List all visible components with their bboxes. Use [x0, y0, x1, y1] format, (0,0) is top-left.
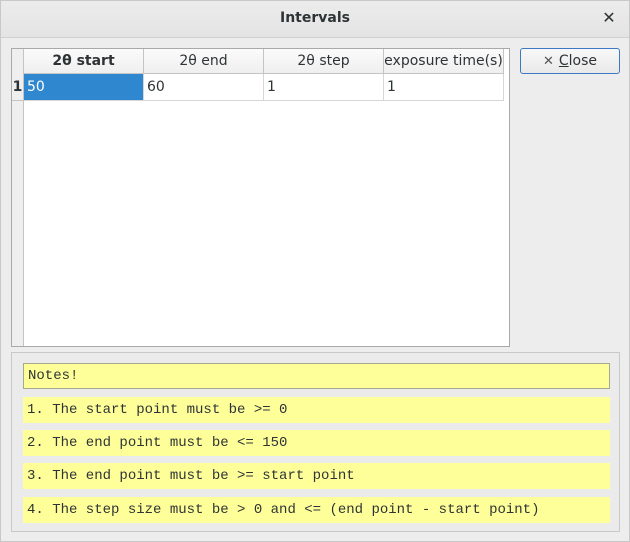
notes-panel: Notes! 1. The start point must be >= 0 2…: [11, 352, 620, 532]
window-title: Intervals: [280, 10, 350, 26]
intervals-table: 2θ start 2θ end 2θ step exposure time(s)…: [11, 48, 510, 347]
cell-2theta-step[interactable]: 1: [264, 74, 384, 101]
notes-header: Notes!: [23, 363, 610, 389]
column-header-2theta-end[interactable]: 2θ end: [144, 49, 264, 74]
table-row: 1 50 60 1 1: [12, 74, 504, 101]
note-item: 2. The end point must be <= 150: [23, 430, 610, 456]
row-header[interactable]: 1: [12, 74, 24, 101]
cell-2theta-end[interactable]: 60: [144, 74, 264, 101]
window-close-icon[interactable]: ✕: [601, 9, 617, 27]
close-button[interactable]: ✕ Close: [520, 48, 620, 74]
note-item: 3. The end point must be >= start point: [23, 463, 610, 489]
column-header-exposure-time[interactable]: exposure time(s): [384, 49, 504, 74]
note-item: 4. The step size must be > 0 and <= (end…: [23, 497, 610, 523]
column-headers: 2θ start 2θ end 2θ step exposure time(s): [24, 49, 504, 74]
cell-exposure-time[interactable]: 1: [384, 74, 504, 101]
intervals-dialog: Intervals ✕ 2θ start 2θ end 2θ step expo…: [0, 0, 630, 542]
x-icon: ✕: [542, 53, 554, 69]
cell-2theta-start[interactable]: 50: [24, 74, 144, 101]
note-item: 1. The start point must be >= 0: [23, 397, 610, 423]
close-button-label: Close: [558, 53, 598, 69]
column-header-2theta-start[interactable]: 2θ start: [24, 49, 144, 74]
title-bar: Intervals ✕: [1, 1, 629, 38]
column-header-2theta-step[interactable]: 2θ step: [264, 49, 384, 74]
